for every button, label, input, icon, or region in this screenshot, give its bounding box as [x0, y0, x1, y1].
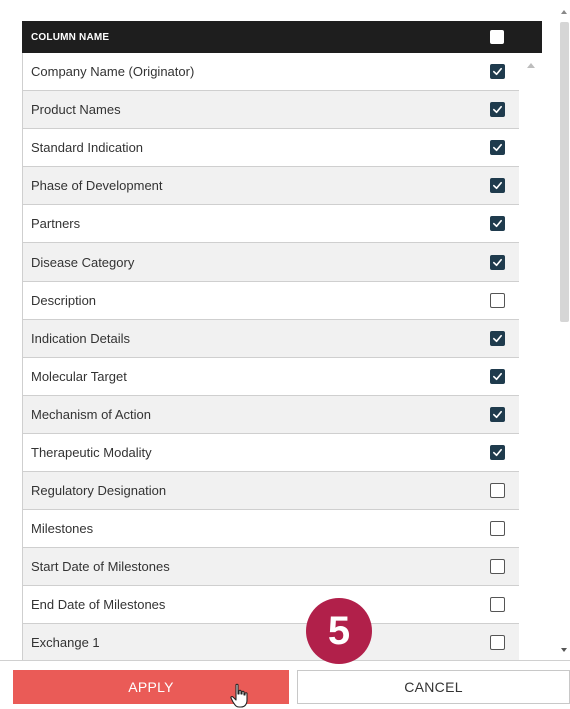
column-checkbox[interactable]	[490, 140, 505, 156]
checkmark-icon	[492, 142, 503, 153]
column-checkbox[interactable]	[490, 635, 505, 651]
column-row[interactable]: Therapeutic Modality	[23, 434, 519, 473]
column-checkbox[interactable]	[490, 406, 505, 422]
column-row[interactable]: Phase of Development	[23, 167, 519, 206]
column-list: Company Name (Originator) Product Names St…	[22, 53, 519, 661]
checkmark-icon	[492, 257, 503, 268]
checkmark-icon	[492, 371, 503, 382]
column-row-label: Molecular Target	[31, 368, 127, 384]
page-scroll-thumb[interactable]	[560, 22, 569, 322]
page-scroll-up-icon[interactable]	[561, 10, 567, 14]
column-row[interactable]: Standard Indication	[23, 129, 519, 168]
column-row-label: Standard Indication	[31, 140, 144, 156]
column-row[interactable]: Disease Category	[23, 243, 519, 282]
checkmark-icon	[492, 180, 503, 191]
column-row[interactable]: Regulatory Designation	[23, 472, 519, 511]
column-row-label: Start Date of Milestones	[31, 559, 170, 575]
checkmark-icon	[492, 104, 503, 115]
column-row[interactable]: Partners	[23, 205, 519, 244]
scroll-up-arrow-icon[interactable]	[527, 63, 535, 68]
column-row[interactable]: Molecular Target	[23, 358, 519, 396]
checkmark-icon	[492, 447, 503, 458]
cancel-button[interactable]: CANCEL	[297, 670, 570, 704]
column-row-label: End Date of Milestones	[31, 597, 166, 613]
column-checkbox[interactable]	[490, 444, 505, 460]
column-row[interactable]: Exchange 1	[23, 624, 519, 661]
column-row-label: Milestones	[31, 521, 94, 537]
column-row-label: Disease Category	[31, 254, 135, 270]
hand-cursor-icon	[230, 683, 248, 708]
column-row-label: Indication Details	[31, 330, 130, 346]
column-row-label: Regulatory Designation	[31, 483, 167, 499]
page-scroll-down-icon[interactable]	[561, 648, 567, 652]
checkmark-icon	[492, 66, 503, 77]
column-row[interactable]: Indication Details	[23, 319, 519, 358]
column-row[interactable]: Description	[23, 282, 519, 320]
column-checkbox[interactable]	[490, 368, 505, 384]
column-row-label: Company Name (Originator)	[31, 64, 195, 80]
column-row-label: Description	[31, 292, 97, 308]
dialog-footer: APPLY CANCEL	[0, 661, 570, 709]
column-checkbox[interactable]	[490, 521, 505, 537]
checkmark-icon	[492, 409, 503, 420]
column-row-label: Phase of Development	[31, 178, 163, 194]
column-checkbox[interactable]	[490, 292, 505, 308]
column-row[interactable]: Company Name (Originator)	[23, 53, 519, 92]
column-row-label: Mechanism of Action	[31, 406, 151, 422]
column-checkbox[interactable]	[490, 178, 505, 194]
column-row-label: Partners	[31, 216, 81, 232]
list-scrollbar[interactable]	[519, 53, 542, 661]
column-checkbox[interactable]	[490, 483, 505, 499]
column-checkbox[interactable]	[490, 102, 505, 118]
column-checkbox[interactable]	[490, 597, 505, 613]
checkmark-icon	[492, 218, 503, 229]
column-header-title: COLUMN NAME	[31, 31, 110, 43]
column-row-label: Therapeutic Modality	[31, 444, 152, 460]
column-row[interactable]: Start Date of Milestones	[23, 548, 519, 587]
select-all-checkbox[interactable]	[490, 30, 504, 44]
column-checkbox[interactable]	[490, 559, 505, 575]
column-row-label: Product Names	[31, 102, 121, 118]
column-row[interactable]: Mechanism of Action	[23, 395, 519, 434]
column-checkbox[interactable]	[490, 64, 505, 80]
column-checkbox[interactable]	[490, 216, 505, 232]
column-row[interactable]: Product Names	[23, 91, 519, 130]
step-badge: 5	[306, 598, 372, 664]
checkmark-icon	[492, 333, 503, 344]
column-row[interactable]: End Date of Milestones	[23, 586, 519, 625]
column-checkbox[interactable]	[490, 254, 505, 270]
column-checkbox[interactable]	[490, 330, 505, 346]
column-chooser-panel: COLUMN NAME Company Name (Originator) Pro…	[22, 21, 542, 661]
page-scrollbar[interactable]	[557, 8, 570, 658]
column-row[interactable]: Milestones	[23, 510, 519, 549]
column-row-label: Exchange 1	[31, 635, 100, 651]
column-header: COLUMN NAME	[22, 21, 542, 53]
